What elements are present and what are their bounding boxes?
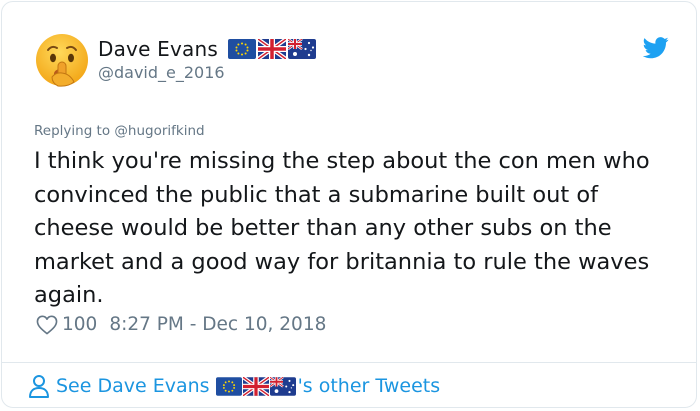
uk-flag-icon (257, 39, 286, 59)
avatar[interactable] (34, 32, 90, 88)
see-other-tweets-link[interactable]: See Dave Evans 's other Tweets (28, 374, 440, 398)
tweet-meta: 100 8:27 PM - Dec 10, 2018 (36, 314, 326, 335)
eu-flag-icon (227, 39, 256, 59)
australia-flag-icon (269, 376, 296, 396)
author-handle[interactable]: @david_e_2016 (98, 63, 225, 82)
heart-icon[interactable] (36, 315, 58, 335)
tweet-card: Dave Evans @david_e_2016 Replying to @hu… (1, 1, 697, 408)
reply-context[interactable]: Replying to @hugorifkind (34, 123, 205, 139)
australia-flag-icon (287, 39, 316, 59)
like-count[interactable]: 100 (62, 314, 97, 335)
see-more-suffix[interactable]: 's other Tweets (298, 375, 441, 397)
author-name-row[interactable]: Dave Evans (98, 37, 316, 61)
tweet-text: I think you're missing the step about th… (34, 148, 650, 308)
timestamp[interactable]: 8:27 PM - Dec 10, 2018 (109, 314, 326, 335)
person-icon (29, 375, 49, 398)
twitter-bird-icon[interactable] (643, 37, 669, 59)
see-more-prefix[interactable]: See Dave Evans (56, 375, 210, 397)
divider (2, 362, 696, 363)
footer-flags (215, 376, 296, 396)
uk-flag-icon (242, 376, 269, 396)
display-name[interactable]: Dave Evans (98, 37, 218, 61)
eu-flag-icon (215, 376, 242, 396)
author-flags (227, 39, 316, 59)
